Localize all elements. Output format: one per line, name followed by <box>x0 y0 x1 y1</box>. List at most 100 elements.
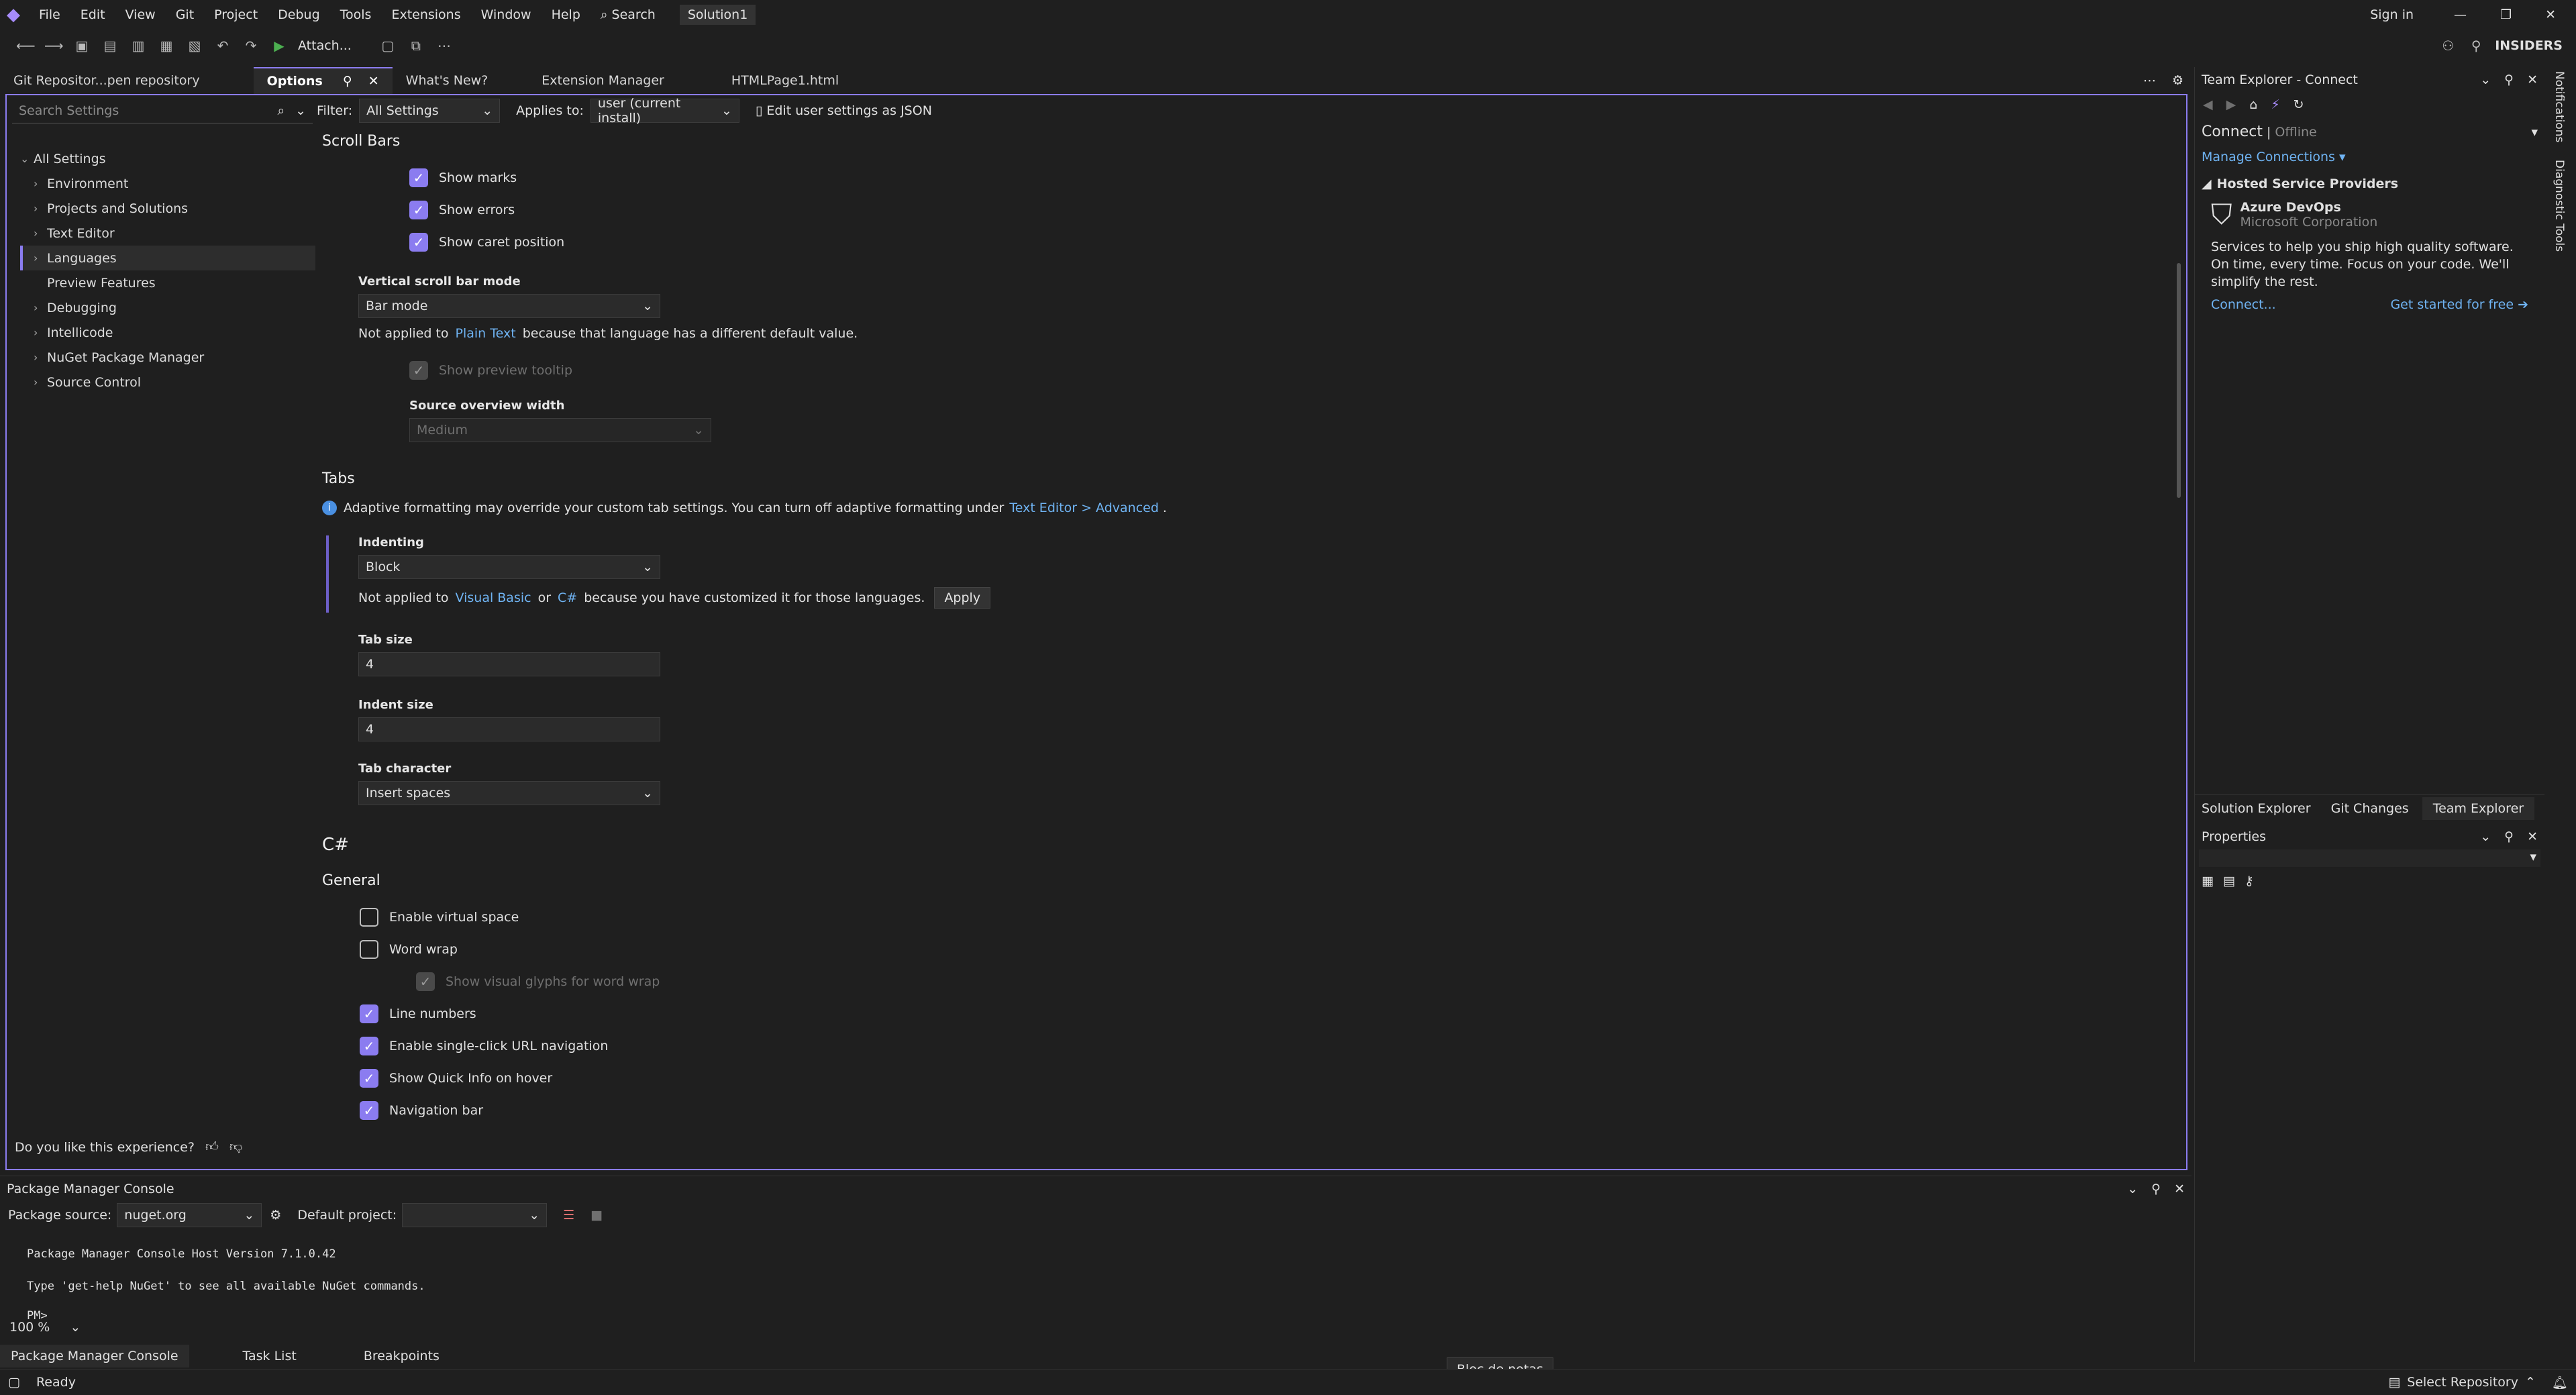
manage-connections[interactable]: Manage Connections ▾ <box>2195 147 2544 167</box>
menu-file[interactable]: File <box>39 7 60 22</box>
tab-htmlpage[interactable]: HTMLPage1.html <box>718 67 852 94</box>
pin-icon[interactable]: ⚲ <box>343 74 352 89</box>
setting-word-wrap[interactable]: Word wrap <box>360 933 2134 966</box>
chevron-down-icon[interactable]: ⌄ <box>2127 1182 2138 1196</box>
share-icon[interactable]: ⚲ <box>2467 36 2485 55</box>
checkbox-checked-icon[interactable]: ✓ <box>409 201 428 219</box>
setting-line-numbers[interactable]: ✓ Line numbers <box>360 998 2134 1030</box>
settings-gear-icon[interactable]: ⚙ <box>2172 73 2183 88</box>
tab-size-input[interactable]: 4 <box>358 652 660 676</box>
menu-view[interactable]: View <box>125 7 156 22</box>
select-repository[interactable]: Select Repository <box>2407 1375 2518 1390</box>
source-dropdown[interactable]: nuget.org ⌄ <box>117 1203 262 1227</box>
tab-task-list[interactable]: Task List <box>189 1349 350 1363</box>
property-pages-icon[interactable]: ⚷ <box>2245 874 2254 888</box>
arrow-circle-icon[interactable]: ➔ <box>2514 297 2528 312</box>
console-output[interactable]: Package Manager Console Host Version 7.1… <box>0 1229 2192 1339</box>
indent-size-input[interactable]: 4 <box>358 717 660 741</box>
redo-icon[interactable]: ↷ <box>242 36 260 55</box>
tree-item-environment[interactable]: › Environment <box>20 171 315 196</box>
more-icon[interactable]: ⋯ <box>435 36 454 55</box>
menu-window[interactable]: Window <box>481 7 531 22</box>
tab-team-explorer[interactable]: Team Explorer <box>2422 796 2535 820</box>
folder-icon[interactable]: ▢ <box>378 36 397 55</box>
tree-item-intellicode[interactable]: › Intellicode <box>20 320 315 345</box>
checkbox-checked-icon[interactable]: ✓ <box>360 1037 378 1055</box>
tab-extension-manager[interactable]: Extension Manager <box>528 67 678 94</box>
tree-item-source-control[interactable]: › Source Control <box>20 370 315 395</box>
menu-edit[interactable]: Edit <box>81 7 105 22</box>
notifications-tab[interactable]: Notifications <box>2544 67 2574 146</box>
hosted-header[interactable]: ◢ Hosted Service Providers <box>2195 167 2544 195</box>
diagnostic-tools-tab[interactable]: Diagnostic Tools <box>2544 146 2574 265</box>
live-share-icon[interactable]: ⚇ <box>2438 36 2457 55</box>
tab-breakpoints[interactable]: Breakpoints <box>350 1349 453 1363</box>
save-icon[interactable]: ▦ <box>157 36 176 55</box>
settings-gear-icon[interactable]: ⚙ <box>270 1208 281 1223</box>
minimize-icon[interactable]: — <box>2454 7 2467 22</box>
checkbox-unchecked-icon[interactable] <box>360 940 378 959</box>
csharp-link[interactable]: C# <box>558 590 577 605</box>
alphabetical-icon[interactable]: ▤ <box>2223 874 2235 888</box>
manage-connections-link[interactable]: Manage Connections <box>2202 150 2335 164</box>
pin-icon[interactable]: ⚲ <box>2504 72 2514 87</box>
tree-item-projects[interactable]: › Projects and Solutions <box>20 196 315 221</box>
checkbox-checked-icon[interactable]: ✓ <box>409 233 428 252</box>
vertical-mode-dropdown[interactable]: Bar mode ⌄ <box>358 294 660 318</box>
refresh-icon[interactable]: ↻ <box>2294 97 2304 112</box>
vertical-scrollbar[interactable] <box>2177 263 2181 498</box>
menu-git[interactable]: Git <box>176 7 194 22</box>
checkbox-checked-icon[interactable]: ✓ <box>360 1004 378 1023</box>
stop-icon[interactable]: ■ <box>590 1208 603 1223</box>
back-icon[interactable]: ◀ <box>2203 97 2213 112</box>
close-icon[interactable]: ✕ <box>2174 1182 2185 1196</box>
pin-icon[interactable]: ⚲ <box>2504 829 2514 844</box>
tree-item-debugging[interactable]: › Debugging <box>20 295 315 320</box>
new-project-icon[interactable]: ▣ <box>72 36 91 55</box>
setting-visual-glyphs[interactable]: ✓ Show visual glyphs for word wrap <box>416 966 2134 998</box>
setting-show-marks[interactable]: ✓ Show marks <box>409 162 2134 194</box>
tree-item-all-settings[interactable]: ⌄ All Settings <box>20 146 315 171</box>
checkbox-checked-icon[interactable]: ✓ <box>409 168 428 187</box>
plain-text-link[interactable]: Plain Text <box>456 326 516 341</box>
chevron-down-icon[interactable]: ⌄ <box>2480 829 2491 844</box>
attach-button[interactable]: Attach... <box>298 38 352 53</box>
checkbox-checked-icon[interactable]: ✓ <box>360 1069 378 1088</box>
applies-dropdown[interactable]: user (current install) ⌄ <box>590 96 739 125</box>
menu-debug[interactable]: Debug <box>278 7 319 22</box>
tree-item-nuget[interactable]: › NuGet Package Manager <box>20 345 315 370</box>
bell-icon[interactable]: 🔔︎ <box>2552 1375 2568 1390</box>
thumbs-up-icon[interactable]: 👍︎ <box>205 1139 219 1155</box>
tab-whats-new[interactable]: What's New? <box>393 67 502 94</box>
setting-quick-info[interactable]: ✓ Show Quick Info on hover <box>360 1062 2134 1094</box>
chevron-down-icon[interactable]: ⌄ <box>2480 72 2491 87</box>
advanced-link[interactable]: Text Editor > Advanced <box>1009 501 1159 515</box>
project-dropdown[interactable]: ⌄ <box>402 1203 548 1227</box>
menu-help[interactable]: Help <box>552 7 580 22</box>
close-icon[interactable]: ✕ <box>2527 72 2538 87</box>
menu-search[interactable]: Search <box>612 7 656 22</box>
checkbox-checked-icon[interactable]: ✓ <box>360 1101 378 1120</box>
indenting-dropdown[interactable]: Block ⌄ <box>358 555 660 579</box>
forward-icon[interactable]: ⟶ <box>44 36 64 55</box>
tree-item-text-editor[interactable]: › Text Editor <box>20 221 315 246</box>
play-icon[interactable]: ▶ <box>270 36 289 55</box>
setting-show-caret[interactable]: ✓ Show caret position <box>409 226 2134 258</box>
menu-tools[interactable]: Tools <box>340 7 372 22</box>
clear-icon[interactable]: ☰ <box>563 1208 574 1223</box>
undo-icon[interactable]: ↶ <box>213 36 232 55</box>
thumbs-down-icon[interactable]: 👎︎ <box>229 1139 242 1155</box>
restore-icon[interactable]: ❐ <box>2500 7 2512 22</box>
window-icon[interactable]: ⧉ <box>407 36 425 55</box>
sign-in-link[interactable]: Sign in <box>2370 7 2414 22</box>
checkbox-unchecked-icon[interactable] <box>360 908 378 927</box>
plug-icon[interactable]: ⚡ <box>2271 97 2279 112</box>
edit-json-link[interactable]: Edit user settings as JSON <box>766 103 932 118</box>
visual-basic-link[interactable]: Visual Basic <box>456 590 531 605</box>
apply-button[interactable]: Apply <box>934 587 991 609</box>
setting-show-errors[interactable]: ✓ Show errors <box>409 194 2134 226</box>
tab-options[interactable]: Options ⚲ ✕ <box>253 67 393 94</box>
tab-solution-explorer[interactable]: Solution Explorer <box>2195 801 2318 816</box>
search-settings-input[interactable]: Search Settings ⌕ ⌄ <box>12 98 313 123</box>
tab-git-changes[interactable]: Git Changes <box>2318 801 2422 816</box>
